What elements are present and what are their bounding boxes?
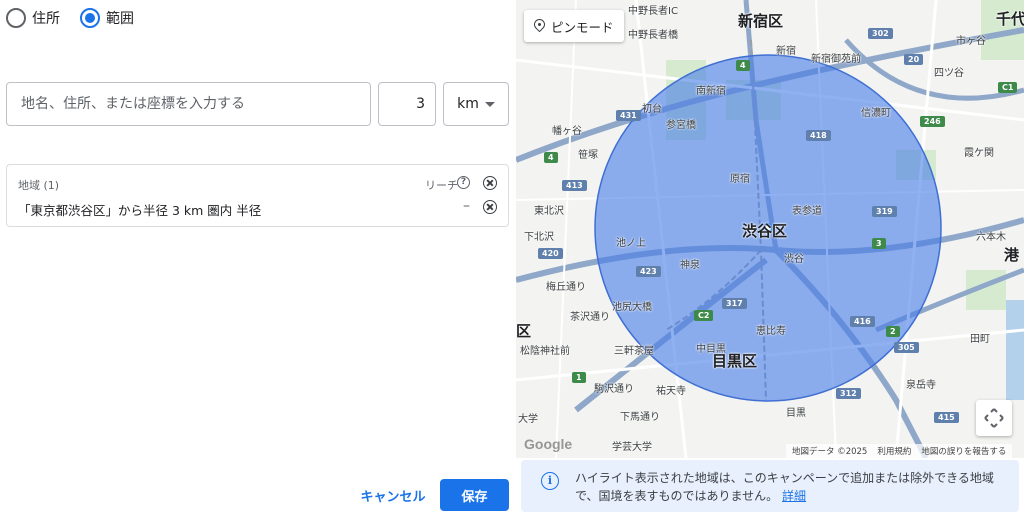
map-report-link[interactable]: 地図の誤りを報告する (921, 445, 1006, 457)
radio-radius[interactable] (80, 8, 100, 28)
map-label-kasumigaseki: 霞ケ関 (964, 148, 994, 159)
fullscreen-icon (984, 408, 1004, 428)
map-label-nakano-ic: 中野長者IC (628, 6, 678, 17)
pin-mode-label: ピンモード (551, 19, 614, 35)
route-shield: 431 (616, 110, 641, 121)
map-label-sangenjaya: 三軒茶屋 (614, 346, 654, 357)
map-label-shibuya-st: 渋谷 (784, 254, 804, 265)
mode-radio-group: 住所 範囲 (6, 8, 148, 28)
help-icon[interactable]: ? (457, 176, 470, 189)
map-label-komazawa: 駒沢通り (594, 384, 634, 395)
map-label-chazawa: 茶沢通り (570, 312, 610, 323)
route-shield: 302 (868, 28, 893, 39)
map-label-harajuku: 原宿 (730, 174, 750, 185)
map-label-tamachi: 田町 (970, 334, 990, 345)
region-item-reach: – (463, 198, 470, 214)
map-label-shinjuku: 新宿区 (738, 12, 784, 30)
map-label-shinanomachi: 信濃町 (861, 108, 891, 119)
fullscreen-button[interactable] (976, 400, 1012, 436)
water-area (1006, 300, 1024, 400)
radius-value-input[interactable] (378, 82, 436, 126)
map-label-sangubashi: 参宮橋 (666, 120, 696, 131)
map-label-shimo-kitazawa: 下北沢 (524, 232, 554, 243)
map-label-roppongi: 六本木 (976, 232, 1006, 243)
info-icon: i (541, 472, 559, 490)
location-pin-icon (534, 19, 545, 33)
map-label-umegaoka: 梅丘通り (546, 282, 586, 293)
map-label-shinjuku-st: 新宿 (776, 46, 796, 57)
pin-mode-button[interactable]: ピンモード (524, 10, 624, 42)
map-label-setagaya: 区 (516, 322, 532, 340)
cancel-button[interactable]: キャンセル (355, 479, 431, 511)
radio-address[interactable] (6, 8, 26, 28)
radio-address-label[interactable]: 住所 (32, 8, 60, 28)
map-label-sengakuji: 泉岳寺 (906, 380, 936, 391)
route-shield: 4 (736, 60, 750, 71)
route-shield: 3 (872, 238, 886, 249)
map-label-chiyoda: 千代 (996, 10, 1024, 28)
route-shield: 4 (544, 152, 558, 163)
route-shield: 319 (872, 206, 897, 217)
map-label-ikenoue: 池ノ上 (616, 238, 646, 249)
google-logo: Google (524, 436, 573, 452)
map-label-yotsuya: 四ツ谷 (934, 68, 964, 79)
region-list-header: 地域 (1) (18, 179, 60, 192)
route-shield: C1 (998, 82, 1018, 93)
info-banner: i ハイライト表示された地域は、このキャンペーンで追加または除外できる地域で、国… (521, 460, 1019, 512)
location-search-input[interactable] (6, 82, 371, 126)
map-label-ebisu: 恵比寿 (756, 326, 786, 337)
route-shield: 312 (836, 388, 861, 399)
route-shield: 415 (934, 412, 959, 423)
radius-unit-value: km (457, 96, 479, 112)
route-shield: 2 (886, 326, 900, 337)
route-shield: 20 (904, 54, 924, 65)
radius-unit-select[interactable]: km (443, 82, 509, 126)
map-label-meguro-st: 目黒 (786, 408, 806, 419)
info-banner-text: ハイライト表示された地域は、このキャンペーンで追加または除外できる地域で、国境を… (575, 469, 1005, 505)
route-shield: 1 (572, 372, 586, 383)
route-shield: 246 (920, 116, 945, 127)
map-label-shimouma: 下馬通り (620, 412, 660, 423)
map-label-matsukage: 松陰神社前 (520, 346, 570, 357)
map-view[interactable]: 新宿区 渋谷区 目黒区 港 千代 区 中野長者IC 中野長者橋 新宿 新宿御苑前… (516, 0, 1024, 458)
route-shield: 423 (636, 266, 661, 277)
map-label-minato: 港 (1004, 246, 1020, 264)
map-label-nakameguro: 中目黒 (696, 344, 726, 355)
map-label-yutenji: 祐天寺 (656, 386, 686, 397)
map-label-ichigaya: 市ヶ谷 (956, 36, 986, 47)
region-item-text: 「東京都渋谷区」から半径 3 km 圏内 半径 (18, 203, 262, 218)
map-label-minami-shinjuku: 南新宿 (696, 86, 726, 97)
route-shield: 420 (538, 248, 563, 259)
map-label-hatagaya: 幡ヶ谷 (552, 126, 582, 137)
map-label-shibuya: 渋谷区 (742, 222, 788, 240)
map-label-ikejiri: 池尻大橋 (612, 302, 652, 313)
route-shield: 416 (850, 316, 875, 327)
chevron-down-icon (484, 101, 495, 107)
save-button[interactable]: 保存 (440, 479, 509, 511)
info-learn-more-link[interactable]: 詳細 (782, 489, 806, 503)
route-shield: 418 (806, 130, 831, 141)
map-label-sasazuka: 笹塚 (578, 150, 598, 161)
map-terms-link[interactable]: 利用規約 (877, 445, 911, 457)
map-label-hatsudai: 初台 (642, 104, 662, 115)
map-data-attribution: 地図データ ©2025 (792, 447, 868, 457)
route-shield: 413 (562, 180, 587, 191)
route-shield: 305 (894, 342, 919, 353)
map-label-omotesando: 表参道 (792, 206, 822, 217)
route-shield: 317 (722, 298, 747, 309)
map-label-nakano-choja: 中野長者橋 (628, 30, 678, 41)
map-label-shinsen: 神泉 (680, 260, 700, 271)
clear-all-icon[interactable] (483, 176, 497, 190)
radio-radius-label[interactable]: 範囲 (106, 8, 134, 28)
reach-label: リーチ (425, 179, 458, 192)
map-label-shinjuku-gyoen: 新宿御苑前 (811, 54, 861, 65)
remove-region-icon[interactable] (483, 200, 497, 214)
region-list: 地域 (1) リーチ ? 「東京都渋谷区」から半径 3 km 圏内 半径 – (6, 164, 509, 227)
map-label-gakugei: 学芸大学 (612, 442, 652, 453)
map-footer: 地図データ ©2025 利用規約 地図の誤りを報告する (786, 444, 1013, 458)
route-shield: C2 (694, 310, 714, 321)
map-label-university: 大学 (518, 414, 538, 425)
map-label-higashi-kitazawa: 東北沢 (534, 206, 564, 217)
